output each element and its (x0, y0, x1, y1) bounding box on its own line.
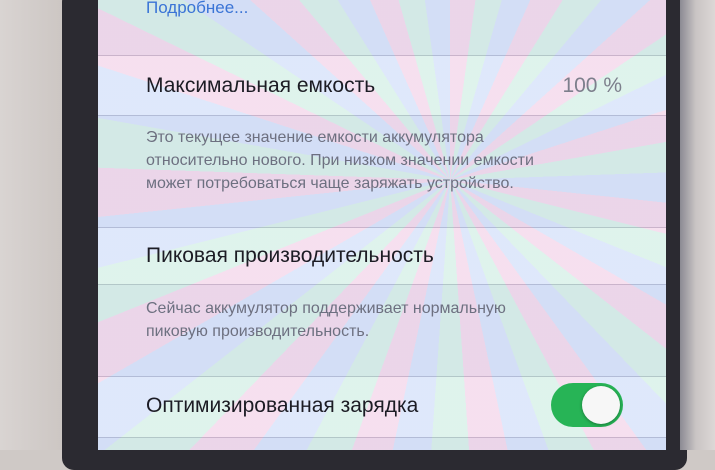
battery-health-screen: Подробнее... Максимальная емкость 100 % … (98, 0, 666, 450)
footer-line: Это текущее значение емкости аккумулятор… (146, 129, 484, 146)
optimized-charging-label: Оптимизированная зарядка (146, 394, 419, 417)
peak-performance-description: Сейчас аккумулятор поддерживает нормальн… (146, 297, 626, 343)
max-capacity-description: Это текущее значение емкости аккумулятор… (146, 126, 626, 195)
peak-performance-label: Пиковая производительность (146, 244, 434, 267)
footer-line: относительно нового. При низком значении… (146, 152, 534, 169)
bottom-group-area (98, 438, 666, 450)
footer-line: может потребоваться чаще заряжать устрой… (146, 175, 514, 192)
max-capacity-value: 100 % (562, 74, 622, 97)
learn-more-link[interactable]: Подробнее... (146, 0, 248, 18)
footer-line: Сейчас аккумулятор поддерживает нормальн… (146, 300, 506, 317)
optimized-charging-toggle[interactable] (551, 383, 623, 427)
max-capacity-label: Максимальная емкость (146, 74, 376, 97)
device-bezel-right (680, 0, 715, 450)
footer-line: пиковую производительность. (146, 323, 370, 340)
toggle-knob[interactable] (582, 386, 620, 424)
